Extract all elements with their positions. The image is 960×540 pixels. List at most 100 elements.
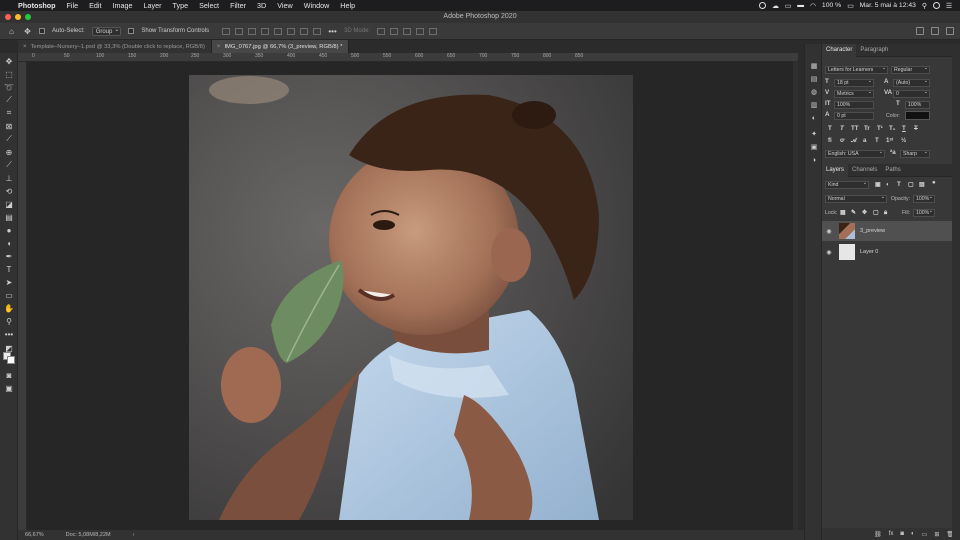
workspace-icon[interactable] [931, 27, 939, 35]
document-photo[interactable] [189, 75, 633, 520]
zoom-tool-icon[interactable]: ⚲ [4, 316, 14, 326]
3d-orbit-icon[interactable] [377, 27, 386, 35]
doc-size[interactable]: Doc: 5,08M/8,22M [66, 532, 111, 538]
opacity-field[interactable]: 100% [913, 195, 935, 203]
horizontal-scale-field[interactable]: 100% [905, 101, 930, 109]
filter-kind-select[interactable]: Kind [825, 181, 869, 189]
3d-scale-icon[interactable] [429, 27, 438, 35]
menu-edit[interactable]: Edit [89, 1, 101, 10]
background-color-swatch[interactable] [7, 356, 15, 364]
kerning-field[interactable]: Metrics [834, 90, 874, 98]
close-tab-icon[interactable]: × [23, 44, 27, 50]
lock-all-icon[interactable]: 🔒︎ [884, 209, 887, 217]
quick-mask-icon[interactable]: ◙ [4, 370, 14, 380]
distribute-vertical-icon[interactable] [313, 27, 322, 35]
tab-layers[interactable]: Layers [822, 163, 849, 177]
filter-pixel-icon[interactable]: ▣ [875, 181, 881, 188]
menu-3d[interactable]: 3D [257, 1, 266, 10]
clock[interactable]: Mar. 5 mai à 12:43 [860, 2, 916, 9]
filter-smart-object-icon[interactable]: ▤ [919, 181, 925, 188]
vertical-scale-field[interactable]: 100% [834, 101, 874, 109]
filter-toggle-icon[interactable]: ● [932, 179, 936, 186]
menu-layer[interactable]: Layer [144, 1, 162, 10]
more-options-icon[interactable]: ••• [328, 27, 337, 36]
eyedropper-tool-icon[interactable]: ⟋ [4, 134, 14, 144]
battery-percent[interactable]: 100 % [822, 2, 841, 9]
adjustments-panel-icon[interactable]: ◐ [810, 114, 818, 122]
distribute-icon[interactable] [300, 27, 309, 35]
menu-image[interactable]: Image [113, 1, 133, 10]
visibility-eye-icon[interactable]: ◉ [822, 228, 836, 235]
filter-adjustment-icon[interactable]: ◐ [886, 181, 890, 188]
airplay-icon[interactable]: ▭ [785, 2, 791, 10]
type-tool-icon[interactable]: T [4, 264, 14, 274]
swash-icon[interactable]: 𝒜 [851, 137, 857, 145]
leading-field[interactable]: (Auto) [893, 79, 930, 87]
opentype-icon[interactable]: ơ [840, 137, 844, 144]
home-icon[interactable]: ⌂ [7, 27, 16, 36]
lasso-tool-icon[interactable]: ➰ [4, 82, 14, 92]
healing-brush-tool-icon[interactable]: ⊕ [4, 147, 14, 157]
styles-panel-icon[interactable]: ◑ [810, 156, 818, 164]
link-layers-icon[interactable]: ⛓ [874, 531, 882, 538]
subscript-icon[interactable]: T₁ [889, 125, 895, 132]
layer-name[interactable]: 3_preview [860, 228, 885, 234]
eraser-tool-icon[interactable]: ◪ [4, 199, 14, 209]
opentype-ligature-icon[interactable]: fi [828, 137, 832, 144]
history-brush-tool-icon[interactable]: ⟲ [4, 186, 14, 196]
align-center-icon[interactable] [235, 27, 244, 35]
share-icon[interactable] [946, 27, 954, 35]
blur-tool-icon[interactable]: ● [4, 225, 14, 235]
faux-italic-icon[interactable]: T [840, 125, 844, 132]
3d-pan-icon[interactable] [403, 27, 412, 35]
tab-img-0767[interactable]: × IMG_0767.jpg @ 66,7% (3_preview, RGB/8… [211, 40, 350, 53]
history-panel-icon[interactable]: ▦ [810, 62, 818, 70]
align-right-icon[interactable] [248, 27, 257, 35]
tab-paragraph[interactable]: Paragraph [856, 44, 892, 57]
fractions-icon[interactable]: ½ [901, 137, 906, 144]
small-caps-icon[interactable]: Tr [864, 125, 870, 132]
new-layer-icon[interactable]: ⊞ [934, 531, 939, 538]
lock-artboard-icon[interactable]: ▢ [873, 209, 879, 216]
tab-template-nursery[interactable]: × Template–Nursery–1.psd @ 33,3% (Double… [18, 40, 212, 53]
flag-icon[interactable]: ▬ [797, 2, 804, 9]
quick-select-tool-icon[interactable]: ⟋ [4, 95, 14, 105]
filter-shape-icon[interactable]: ▢ [908, 181, 914, 188]
screen-mode-icon[interactable]: ▣ [4, 383, 14, 393]
battery-icon[interactable]: ▭ [847, 2, 853, 10]
user-avatar-icon[interactable] [932, 2, 940, 9]
move-tool-preset-icon[interactable]: ✥ [23, 27, 32, 36]
lock-image-icon[interactable]: ✎ [851, 209, 856, 216]
filter-type-icon[interactable]: T [897, 181, 901, 188]
3d-slide-icon[interactable] [416, 27, 425, 35]
align-left-icon[interactable] [222, 27, 231, 35]
color-panel-icon[interactable]: ◍ [810, 88, 818, 96]
tab-channels[interactable]: Channels [848, 164, 881, 177]
creative-cloud-icon[interactable] [758, 2, 766, 9]
baseline-shift-field[interactable]: 0 pt [834, 112, 874, 120]
cloud-icon[interactable]: ☁ [772, 2, 779, 10]
dodge-tool-icon[interactable]: ◖ [4, 238, 14, 248]
auto-select-dropdown[interactable]: Group [91, 26, 122, 36]
align-top-icon[interactable] [261, 27, 270, 35]
layer-name[interactable]: Layer 0 [860, 249, 878, 255]
new-group-icon[interactable]: ▭ [922, 531, 928, 538]
faux-bold-icon[interactable]: T [828, 125, 832, 132]
gradient-tool-icon[interactable]: ▤ [4, 212, 14, 222]
zoom-level[interactable]: 66,67% [25, 532, 44, 538]
antialias-select[interactable]: Sharp [900, 150, 930, 158]
edit-toolbar-icon[interactable]: ••• [4, 329, 14, 339]
rectangle-tool-icon[interactable]: ▭ [4, 290, 14, 300]
notification-center-icon[interactable]: ☰ [946, 2, 952, 10]
strikethrough-icon[interactable]: T [914, 125, 918, 132]
crop-tool-icon[interactable]: ⌗ [4, 108, 14, 118]
menu-filter[interactable]: Filter [230, 1, 246, 10]
menu-file[interactable]: File [67, 1, 79, 10]
visibility-eye-icon[interactable]: ◉ [822, 249, 836, 256]
properties-panel-icon[interactable]: ▤ [810, 75, 818, 83]
adjustment-layer-icon[interactable]: ◐ [911, 531, 915, 537]
menu-help[interactable]: Help [340, 1, 355, 10]
stylistic-alternates-icon[interactable]: a [863, 137, 866, 144]
font-size-field[interactable]: 18 pt [834, 79, 874, 87]
all-caps-icon[interactable]: TT [851, 125, 859, 132]
